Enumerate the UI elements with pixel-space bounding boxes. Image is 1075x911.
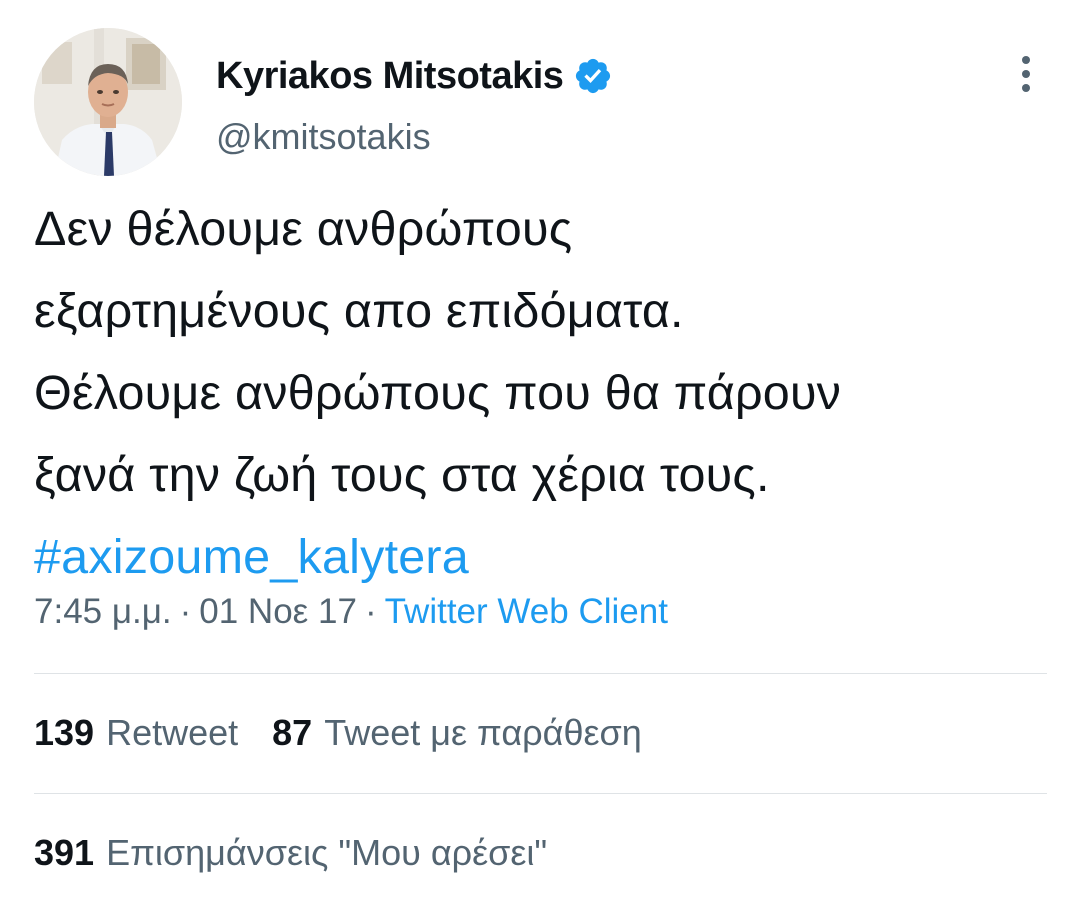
tweet-meta: 7:45 μ.μ. · 01 Νοε 17 · Twitter Web Client [34, 592, 668, 632]
likes-stats: 391 Επισημάνσεις "Μου αρέσει" [34, 832, 547, 874]
more-options-icon-dot [1022, 70, 1030, 78]
likes-count: 391 [34, 832, 95, 873]
meta-separator: · [364, 592, 377, 631]
quote-tweets-stat[interactable]: 87 Tweet με παράθεση [272, 712, 642, 754]
author-block: Kyriakos Mitsotakis @kmitsotakis [216, 52, 613, 158]
tweet-text-line: Θέλουμε ανθρώπους που θα πάρουν [34, 366, 842, 420]
tweet-date[interactable]: 01 Νοε 17 [199, 592, 357, 631]
user-handle[interactable]: @kmitsotakis [216, 116, 613, 158]
tweet-card: Kyriakos Mitsotakis @kmitsotakis Δεν θέλ… [0, 0, 1075, 911]
source-client-link[interactable]: Twitter Web Client [385, 592, 668, 631]
engagement-stats: 139 Retweet 87 Tweet με παράθεση [34, 712, 642, 754]
display-name-row: Kyriakos Mitsotakis [216, 52, 613, 100]
tweet-text-line: εξαρτημένους απο επιδόματα. [34, 284, 684, 338]
tweet-text-line: ξανά την ζωή τους στα χέρια τους. [34, 448, 770, 502]
divider [34, 673, 1047, 674]
retweets-label: Retweet [106, 712, 239, 753]
verified-badge-icon [573, 56, 613, 96]
meta-separator: · [179, 592, 192, 631]
quotes-count: 87 [272, 712, 313, 753]
hashtag-link[interactable]: #axizoume_kalytera [34, 530, 469, 584]
display-name[interactable]: Kyriakos Mitsotakis [216, 55, 564, 98]
likes-label: Επισημάνσεις "Μου αρέσει" [106, 832, 548, 873]
quotes-label: Tweet με παράθεση [324, 712, 642, 753]
avatar-photo [34, 28, 182, 176]
more-options-icon [1022, 56, 1030, 64]
tweet-text: Δεν θέλουμε ανθρώπους εξαρτημένους απο ε… [34, 188, 1054, 598]
avatar[interactable] [34, 28, 182, 176]
tweet-time[interactable]: 7:45 μ.μ. [34, 592, 172, 631]
divider [34, 793, 1047, 794]
retweets-count: 139 [34, 712, 95, 753]
tweet-text-line: Δεν θέλουμε ανθρώπους [34, 202, 573, 256]
likes-stat[interactable]: 391 Επισημάνσεις "Μου αρέσει" [34, 832, 547, 874]
more-options-button[interactable] [1008, 52, 1044, 96]
more-options-icon-dot [1022, 84, 1030, 92]
retweets-stat[interactable]: 139 Retweet [34, 712, 238, 754]
